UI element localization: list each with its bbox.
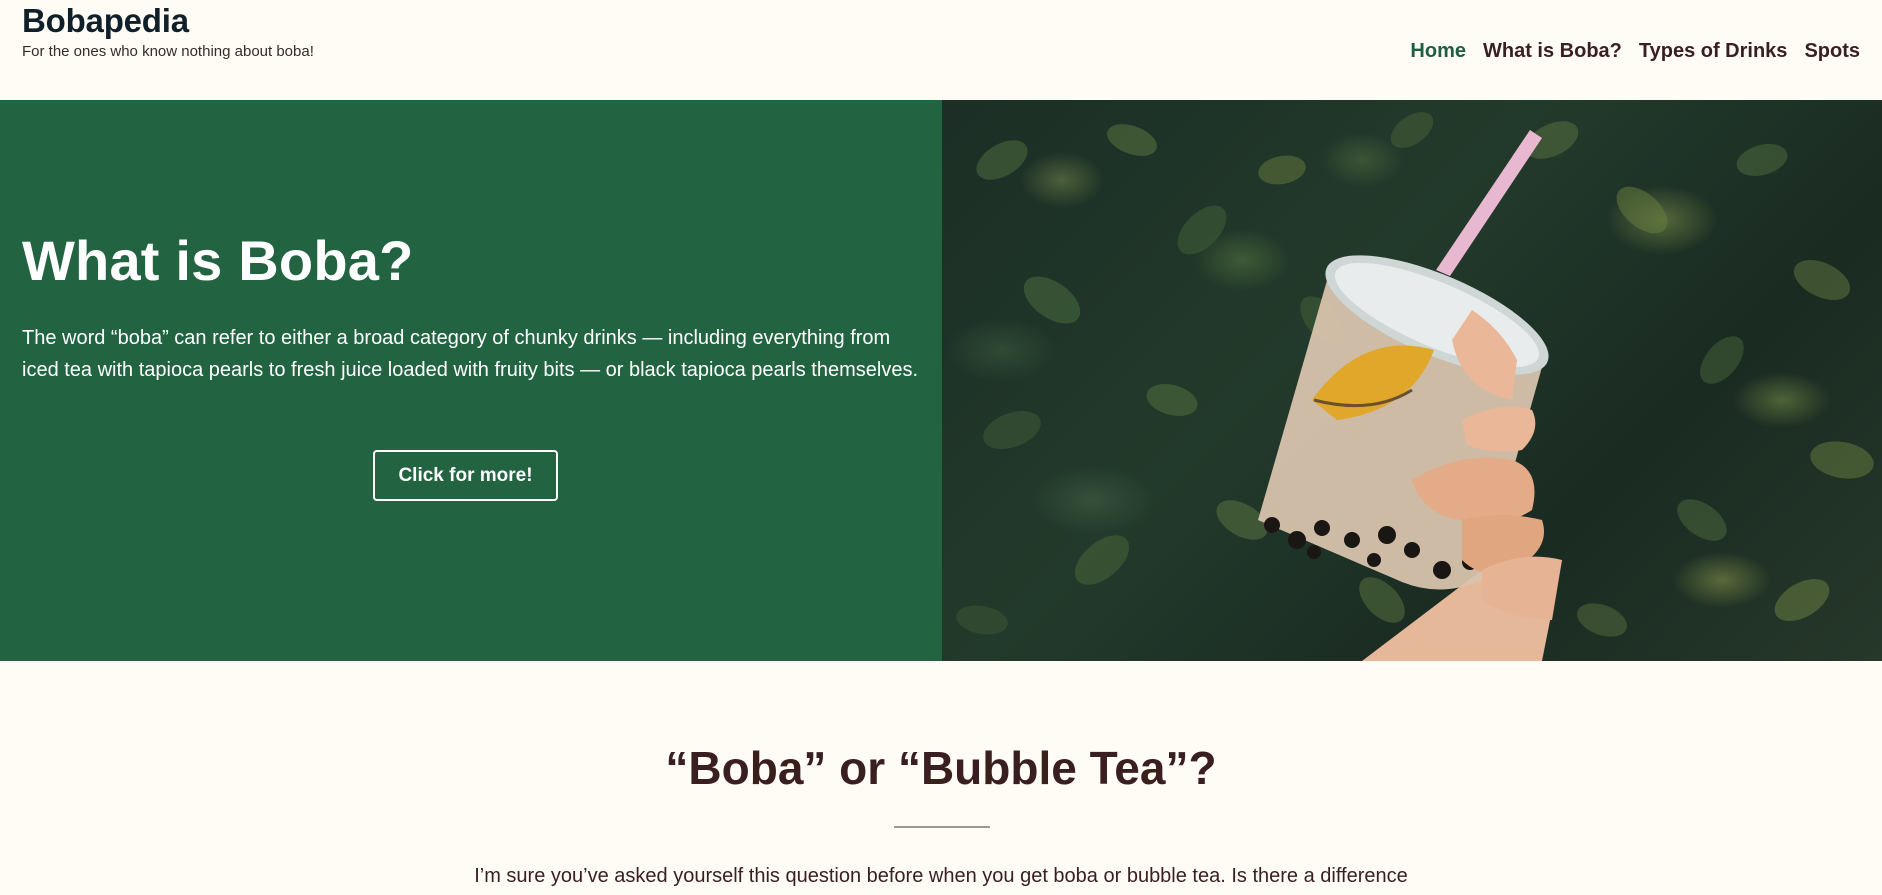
- hero-section: What is Boba? The word “boba” can refer …: [0, 100, 1882, 661]
- hero-text-panel: What is Boba? The word “boba” can refer …: [0, 100, 942, 661]
- nav-home[interactable]: Home: [1410, 40, 1466, 63]
- section-heading: “Boba” or “Bubble Tea”?: [665, 742, 1217, 794]
- section-divider: [894, 826, 990, 828]
- site-title[interactable]: Bobapedia: [22, 2, 189, 40]
- hero-description: The word “boba” can refer to either a br…: [22, 327, 918, 381]
- main-nav: Home What is Boba? Types of Drinks Spots: [1410, 40, 1860, 63]
- section-text: I’m sure you’ve asked yourself this ques…: [474, 865, 1408, 887]
- bubble-tea-photo-illustration: [956, 112, 1874, 661]
- nav-spots[interactable]: Spots: [1804, 40, 1860, 63]
- hero-title: What is Boba?: [22, 229, 414, 292]
- nav-what-is-boba[interactable]: What is Boba?: [1483, 40, 1622, 63]
- site-header: Bobapedia For the ones who know nothing …: [0, 0, 1882, 100]
- hero-image: [942, 100, 1882, 661]
- straw: [1436, 130, 1542, 276]
- click-for-more-button[interactable]: Click for more!: [373, 450, 558, 501]
- nav-types-of-drinks[interactable]: Types of Drinks: [1639, 40, 1788, 63]
- boba-vs-bubble-tea-section: “Boba” or “Bubble Tea”? I’m sure you’ve …: [0, 661, 1882, 895]
- site-tagline: For the ones who know nothing about boba…: [22, 43, 314, 60]
